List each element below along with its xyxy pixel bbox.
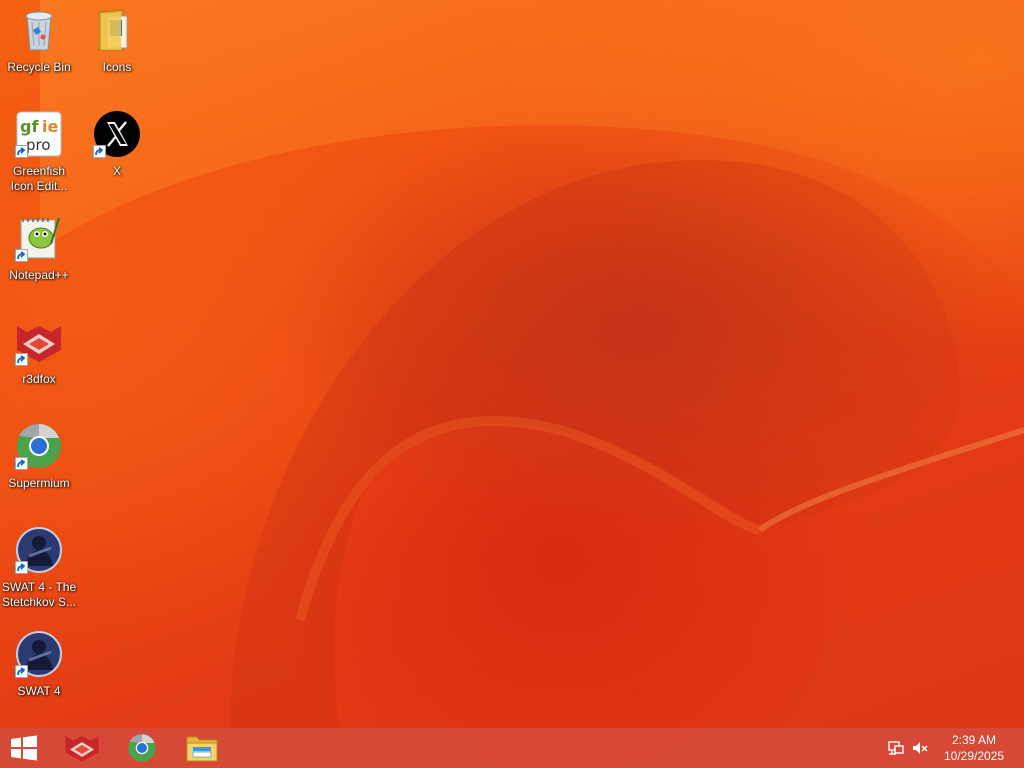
desktop-icon-swat4-stetchkov[interactable]: SWAT 4 - The Stetchkov S...: [0, 520, 78, 618]
desktop-icon-x[interactable]: X: [78, 104, 156, 202]
supermium-icon: [128, 734, 156, 762]
desktop-icon-label: Recycle Bin: [7, 60, 71, 74]
desktop-icon-supermium[interactable]: Supermium: [0, 416, 78, 514]
supermium-icon: [15, 422, 63, 470]
windows-logo-icon: [11, 735, 37, 761]
desktop-icon-icons-folder[interactable]: Icons: [78, 0, 156, 98]
desktop-icon-notepad-plus-plus[interactable]: Notepad++: [0, 208, 78, 306]
taskbar-button-file-explorer[interactable]: [172, 728, 232, 768]
taskbar-button-supermium[interactable]: [112, 728, 172, 768]
taskbar: 2:39 AM 10/29/2025: [0, 728, 1024, 768]
swat4-icon: [15, 526, 63, 574]
desktop-icon-label: Supermium: [8, 476, 70, 490]
desktop-icon-r3dfox[interactable]: r3dfox: [0, 312, 78, 410]
svg-text:pro: pro: [26, 136, 51, 154]
show-desktop-button[interactable]: [1016, 728, 1024, 768]
swat4-icon: [15, 630, 63, 678]
taskbar-clock[interactable]: 2:39 AM 10/29/2025: [932, 728, 1016, 768]
shortcut-arrow-icon: [15, 665, 28, 678]
desktop-icon-label: SWAT 4: [17, 684, 61, 698]
desktop-icon-label: Greenfish Icon Edit...: [10, 164, 68, 193]
file-explorer-icon: [186, 736, 218, 762]
x-logo-icon: [93, 110, 141, 158]
shortcut-arrow-icon: [15, 561, 28, 574]
start-button[interactable]: [0, 728, 48, 768]
clock-date: 10/29/2025: [943, 749, 1005, 763]
desktop-icon-label: r3dfox: [22, 372, 56, 386]
clock-time: 2:39 AM: [951, 733, 997, 747]
desktop-icon-label: Icons: [102, 60, 132, 74]
volume-muted-icon[interactable]: [908, 728, 932, 768]
recycle-bin-icon: [15, 6, 63, 54]
desktop-icon-label: Notepad++: [9, 268, 69, 282]
desktop-icon-recycle-bin[interactable]: Recycle Bin: [0, 0, 78, 98]
system-tray: 2:39 AM 10/29/2025: [884, 728, 1024, 768]
shortcut-arrow-icon: [93, 145, 106, 158]
shortcut-arrow-icon: [15, 249, 28, 262]
notepad-plus-plus-icon: [15, 214, 63, 262]
desktop-icon-greenfish[interactable]: gf ie pro Greenfish Icon Edit...: [0, 104, 78, 202]
desktop-icon-swat4[interactable]: SWAT 4: [0, 624, 78, 722]
desktop-icon-label: X: [112, 164, 121, 178]
svg-text:gf: gf: [20, 117, 39, 136]
network-icon[interactable]: [884, 728, 908, 768]
shortcut-arrow-icon: [15, 457, 28, 470]
r3dfox-icon: [65, 736, 99, 762]
folder-icon: [93, 6, 141, 54]
greenfish-icon: gf ie pro: [15, 110, 63, 158]
shortcut-arrow-icon: [15, 145, 28, 158]
desktop-icon-label: SWAT 4 - The Stetchkov S...: [1, 580, 77, 609]
shortcut-arrow-icon: [15, 353, 28, 366]
taskbar-button-r3dfox[interactable]: [52, 728, 112, 768]
svg-text:ie: ie: [42, 117, 58, 136]
r3dfox-icon: [15, 318, 63, 366]
